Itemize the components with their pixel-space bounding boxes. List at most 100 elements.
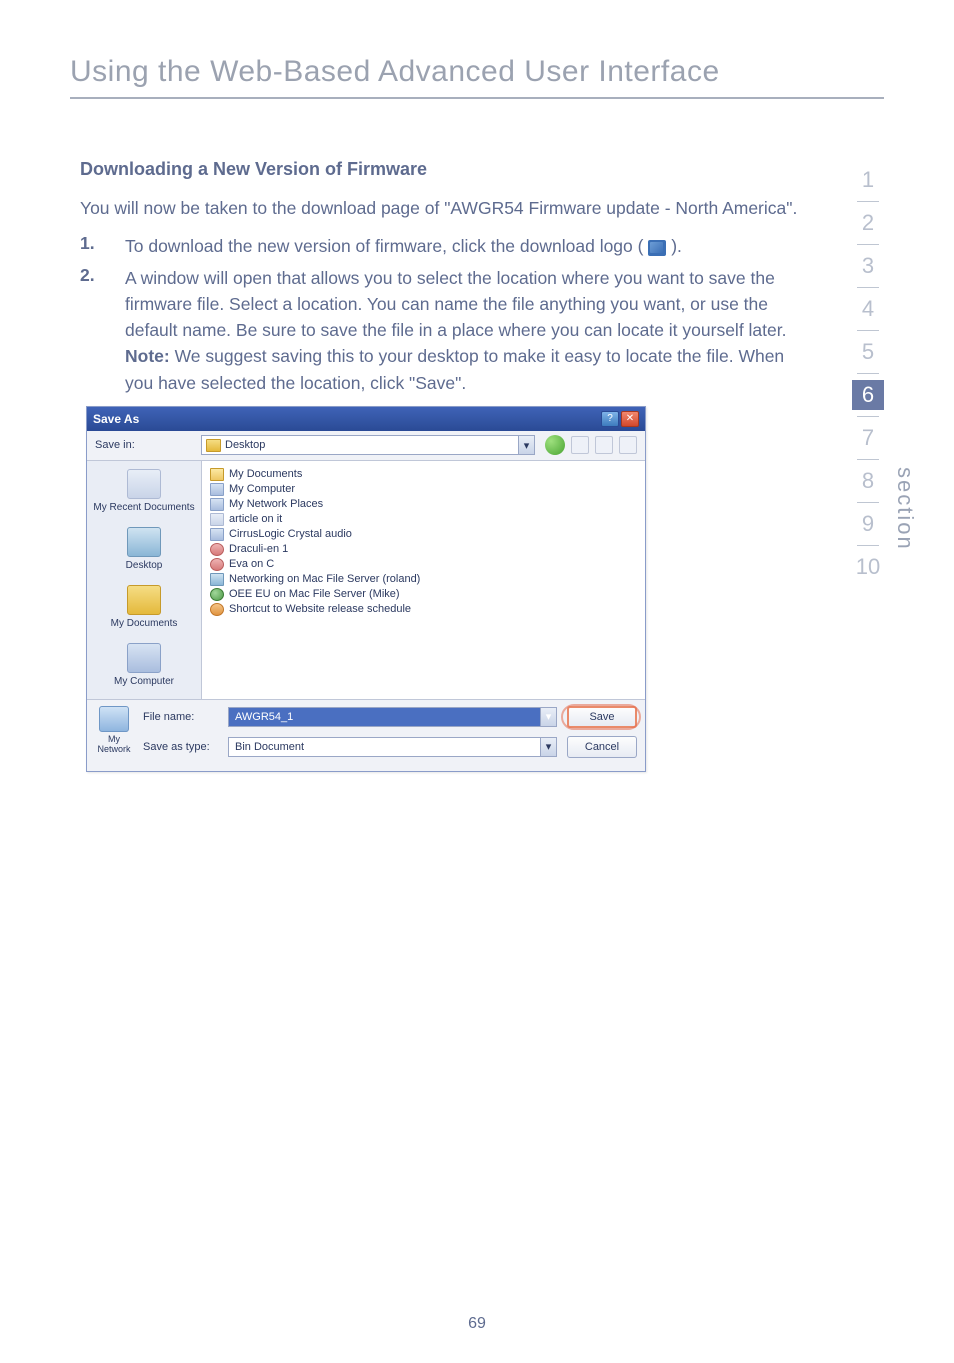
separator [857, 373, 879, 374]
section-link-8[interactable]: 8 [852, 466, 884, 496]
section-link-4[interactable]: 4 [852, 294, 884, 324]
section-link-6[interactable]: 6 [852, 380, 884, 410]
section-link-5[interactable]: 5 [852, 337, 884, 367]
savein-label: Save in: [95, 439, 201, 451]
saveastype-dropdown[interactable]: Bin Document ▾ [228, 737, 557, 757]
file-label: Networking on Mac File Server (roland) [229, 573, 420, 585]
system-icon [210, 498, 224, 511]
places-bar: My Recent Documents Desktop My Documents… [87, 461, 202, 699]
section-subtitle: Downloading a New Version of Firmware [80, 159, 804, 180]
separator [857, 459, 879, 460]
place-recent[interactable]: My Recent Documents [87, 467, 201, 515]
dialog-toolbar: Save in: Desktop ▾ [87, 431, 645, 461]
section-link-3[interactable]: 3 [852, 251, 884, 281]
savein-value: Desktop [225, 439, 265, 451]
desktop-icon [127, 527, 161, 557]
download-logo-icon [648, 240, 666, 256]
separator [857, 545, 879, 546]
cancel-button[interactable]: Cancel [567, 736, 637, 758]
list-number-2: 2. [80, 265, 125, 286]
section-link-7[interactable]: 7 [852, 423, 884, 453]
views-button[interactable] [619, 436, 637, 454]
file-item[interactable]: CirrusLogic Crystal audio [210, 527, 637, 542]
file-label: My Documents [229, 468, 302, 480]
network-places-icon [99, 706, 129, 732]
new-folder-button[interactable] [595, 436, 613, 454]
file-label: My Computer [229, 483, 295, 495]
separator [857, 244, 879, 245]
place-desktop-label: Desktop [126, 560, 163, 571]
help-button[interactable]: ? [601, 411, 619, 427]
dropdown-arrow-icon: ▾ [540, 738, 556, 756]
note-text: We suggest saving this to your desktop t… [125, 346, 784, 392]
section-link-1[interactable]: 1 [852, 165, 884, 195]
place-computer-label: My Computer [114, 676, 174, 687]
app-icon [210, 543, 224, 556]
savein-dropdown[interactable]: Desktop ▾ [201, 435, 535, 455]
section-nav: 1 2 3 4 5 6 7 8 9 10 section [852, 165, 922, 582]
file-label: Eva on C [229, 558, 274, 570]
place-documents[interactable]: My Documents [87, 583, 201, 631]
separator [857, 416, 879, 417]
file-item[interactable]: Eva on C [210, 557, 637, 572]
filename-input[interactable]: AWGR54_1 ▾ [228, 707, 557, 727]
file-label: My Network Places [229, 498, 323, 510]
documents-icon [127, 585, 161, 615]
list-text-1-before: To download the new version of firmware,… [125, 236, 643, 256]
system-icon [210, 528, 224, 541]
file-item[interactable]: Networking on Mac File Server (roland) [210, 572, 637, 587]
shortcut-icon [210, 603, 224, 616]
file-label: OEE EU on Mac File Server (Mike) [229, 588, 400, 600]
place-network-label: My Network [95, 734, 133, 754]
back-button[interactable] [545, 435, 565, 455]
file-item[interactable]: article on it [210, 512, 637, 527]
file-item[interactable]: OEE EU on Mac File Server (Mike) [210, 587, 637, 602]
place-computer[interactable]: My Computer [87, 641, 201, 689]
separator [857, 201, 879, 202]
note-label: Note: [125, 346, 170, 366]
saveastype-label: Save as type: [143, 741, 218, 753]
place-network[interactable]: My Network [95, 706, 133, 761]
system-icon [210, 483, 224, 496]
intro-paragraph: You will now be taken to the download pa… [80, 195, 804, 221]
dropdown-arrow-icon: ▾ [518, 436, 534, 454]
section-label: section [892, 467, 918, 551]
file-list[interactable]: My Documents My Computer My Network Plac… [202, 461, 645, 699]
section-link-10[interactable]: 10 [852, 552, 884, 582]
filename-value: AWGR54_1 [235, 711, 293, 723]
dialog-titlebar: Save As ? ✕ [87, 407, 645, 431]
list-text-1-after: ). [671, 236, 682, 256]
up-folder-button[interactable] [571, 436, 589, 454]
file-item[interactable]: My Documents [210, 467, 637, 482]
list-number-1: 1. [80, 233, 125, 254]
separator [857, 330, 879, 331]
save-button[interactable]: Save [567, 706, 637, 728]
page-title: Using the Web-Based Advanced User Interf… [70, 55, 884, 99]
file-label: CirrusLogic Crystal audio [229, 528, 352, 540]
section-link-9[interactable]: 9 [852, 509, 884, 539]
separator [857, 287, 879, 288]
place-documents-label: My Documents [111, 618, 178, 629]
folder-icon [206, 439, 221, 452]
file-label: article on it [229, 513, 282, 525]
section-link-2[interactable]: 2 [852, 208, 884, 238]
dialog-title: Save As [93, 412, 139, 426]
list-text-2-main: A window will open that allows you to se… [125, 268, 787, 341]
file-item[interactable]: Shortcut to Website release schedule [210, 602, 637, 617]
filename-label: File name: [143, 711, 218, 723]
network-icon [210, 573, 224, 586]
page-number: 69 [0, 1315, 954, 1333]
file-item[interactable]: My Network Places [210, 497, 637, 512]
earth-icon [210, 588, 224, 601]
close-button[interactable]: ✕ [621, 411, 639, 427]
file-item[interactable]: My Computer [210, 482, 637, 497]
save-as-dialog: Save As ? ✕ Save in: Desktop ▾ [86, 406, 646, 772]
recent-icon [127, 469, 161, 499]
app-icon [210, 558, 224, 571]
file-item[interactable]: Draculi-en 1 [210, 542, 637, 557]
place-desktop[interactable]: Desktop [87, 525, 201, 573]
folder-icon [210, 468, 224, 481]
place-recent-label: My Recent Documents [93, 502, 194, 513]
list-text-2: A window will open that allows you to se… [125, 265, 804, 396]
list-text-1: To download the new version of firmware,… [125, 233, 804, 259]
